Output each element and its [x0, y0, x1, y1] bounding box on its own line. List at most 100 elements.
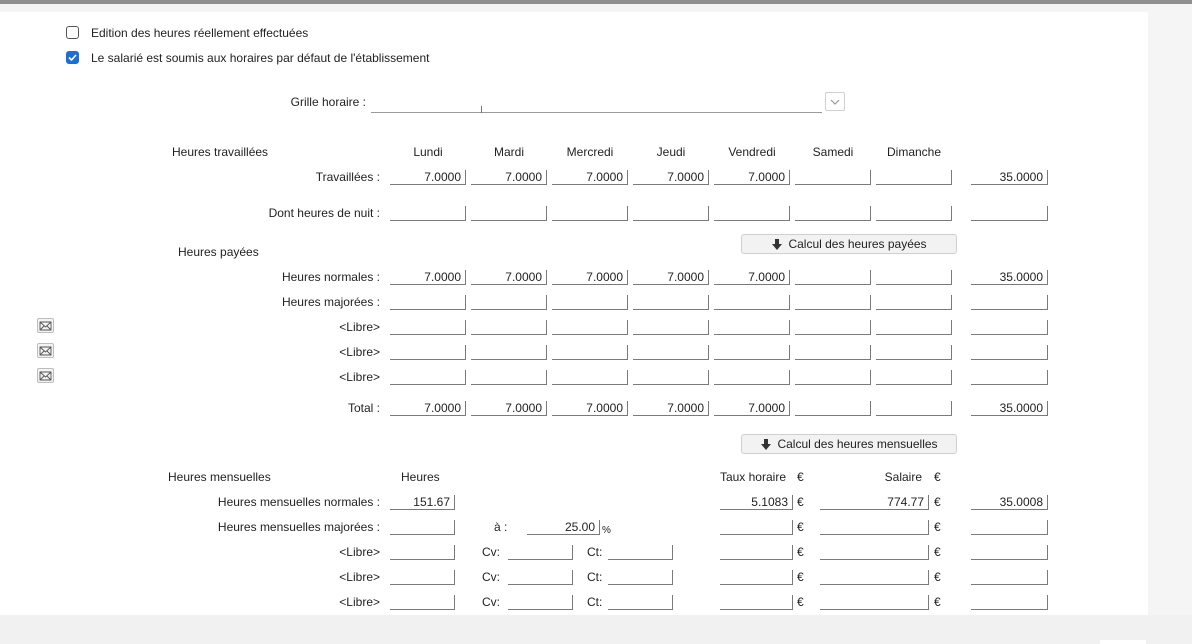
cv-field[interactable]: [508, 570, 573, 585]
total-hours-field[interactable]: [971, 345, 1048, 360]
calc-paid-hours-button[interactable]: Calcul des heures payées: [741, 234, 957, 254]
monthly-heures-field[interactable]: [390, 570, 455, 585]
envelope-icon[interactable]: [37, 343, 54, 358]
monthly-total-field[interactable]: [971, 570, 1048, 585]
percent-field[interactable]: 25.00: [527, 520, 600, 535]
day-hours-field[interactable]: 7.0000: [633, 270, 709, 285]
total-hours-field[interactable]: [971, 295, 1048, 310]
day-hours-field[interactable]: [795, 370, 871, 385]
monthly-total-field[interactable]: [971, 545, 1048, 560]
monthly-total-field[interactable]: [971, 520, 1048, 535]
day-hours-field[interactable]: [552, 295, 628, 310]
day-hours-field[interactable]: [552, 345, 628, 360]
day-hours-field[interactable]: [795, 320, 871, 335]
day-hours-field[interactable]: [795, 401, 871, 416]
day-hours-field[interactable]: [714, 206, 790, 221]
day-hours-field[interactable]: [876, 295, 952, 310]
total-hours-field[interactable]: [971, 320, 1048, 335]
day-hours-field[interactable]: [714, 370, 790, 385]
day-hours-field[interactable]: 7.0000: [552, 401, 628, 416]
salaire-field[interactable]: [820, 595, 929, 610]
day-hours-field[interactable]: 7.0000: [714, 270, 790, 285]
monthly-heures-field[interactable]: [390, 545, 455, 560]
day-hours-field[interactable]: [795, 295, 871, 310]
day-hours-field[interactable]: 7.0000: [471, 401, 547, 416]
monthly-heures-field[interactable]: 151.67: [390, 495, 455, 510]
day-hours-field[interactable]: [876, 401, 952, 416]
day-hours-field[interactable]: 7.0000: [390, 170, 466, 185]
day-hours-field[interactable]: [633, 295, 709, 310]
day-hours-field[interactable]: [633, 206, 709, 221]
day-hours-field[interactable]: [876, 370, 952, 385]
cv-field[interactable]: [508, 545, 573, 560]
day-hours-field[interactable]: 7.0000: [471, 270, 547, 285]
monthly-heures-field[interactable]: [390, 595, 455, 610]
envelope-icon[interactable]: [37, 368, 54, 383]
salaire-field[interactable]: [820, 545, 929, 560]
day-hours-field[interactable]: [390, 295, 466, 310]
day-hours-field[interactable]: [795, 206, 871, 221]
envelope-icon[interactable]: [37, 318, 54, 333]
ct-field[interactable]: [608, 570, 673, 585]
day-hours-field[interactable]: 7.0000: [714, 170, 790, 185]
salaire-field[interactable]: [820, 520, 929, 535]
day-hours-field[interactable]: 7.0000: [633, 170, 709, 185]
calc-monthly-hours-button[interactable]: Calcul des heures mensuelles: [741, 434, 957, 454]
monthly-total-field[interactable]: [971, 595, 1048, 610]
monthly-heures-field[interactable]: [390, 520, 455, 535]
day-hours-field[interactable]: 7.0000: [471, 170, 547, 185]
day-hours-field[interactable]: [876, 170, 952, 185]
day-hours-field[interactable]: [471, 345, 547, 360]
day-hours-field[interactable]: [795, 270, 871, 285]
total-hours-field[interactable]: 35.0000: [971, 401, 1048, 416]
taux-field[interactable]: 5.1083: [720, 495, 793, 510]
ct-field[interactable]: [608, 595, 673, 610]
salaire-field[interactable]: [820, 570, 929, 585]
day-hours-field[interactable]: [390, 370, 466, 385]
cv-field[interactable]: [508, 595, 573, 610]
day-hours-field[interactable]: [552, 320, 628, 335]
monthly-total-field[interactable]: 35.0008: [971, 495, 1048, 510]
ct-field[interactable]: [608, 545, 673, 560]
day-hours-field[interactable]: [795, 345, 871, 360]
day-hours-field[interactable]: [633, 320, 709, 335]
day-hours-field[interactable]: [876, 345, 952, 360]
taux-field[interactable]: [720, 570, 793, 585]
total-hours-field[interactable]: [971, 370, 1048, 385]
day-hours-field[interactable]: [714, 345, 790, 360]
day-hours-field[interactable]: [714, 295, 790, 310]
day-hours-field[interactable]: 7.0000: [552, 170, 628, 185]
total-hours-field[interactable]: [971, 206, 1048, 221]
taux-field[interactable]: [720, 545, 793, 560]
day-hours-field[interactable]: [876, 206, 952, 221]
total-hours-field[interactable]: 35.0000: [971, 170, 1048, 185]
day-hours-field[interactable]: 7.0000: [552, 270, 628, 285]
day-hours-field[interactable]: [552, 206, 628, 221]
day-hours-field[interactable]: [795, 170, 871, 185]
day-hours-field[interactable]: [552, 370, 628, 385]
taux-field[interactable]: [720, 595, 793, 610]
day-hours-field[interactable]: [714, 320, 790, 335]
day-hours-field[interactable]: [633, 370, 709, 385]
day-hours-field[interactable]: 7.0000: [714, 401, 790, 416]
day-hours-field[interactable]: 7.0000: [633, 401, 709, 416]
day-hours-field[interactable]: [471, 295, 547, 310]
grille-dropdown-button[interactable]: [825, 92, 845, 111]
total-hours-field[interactable]: 35.0000: [971, 270, 1048, 285]
default-hours-checkbox[interactable]: [66, 51, 79, 64]
day-hours-field[interactable]: [390, 206, 466, 221]
grille-select[interactable]: [371, 95, 822, 113]
salaire-field[interactable]: 774.77: [820, 495, 929, 510]
edition-checkbox[interactable]: [66, 26, 79, 39]
day-hours-field[interactable]: 7.0000: [390, 401, 466, 416]
day-hours-field[interactable]: [390, 320, 466, 335]
day-hours-field[interactable]: [471, 370, 547, 385]
taux-field[interactable]: [720, 520, 793, 535]
day-hours-field[interactable]: [876, 320, 952, 335]
day-hours-field[interactable]: [471, 206, 547, 221]
day-hours-field[interactable]: [471, 320, 547, 335]
day-hours-field[interactable]: 7.0000: [390, 270, 466, 285]
day-hours-field[interactable]: [876, 270, 952, 285]
day-hours-field[interactable]: [633, 345, 709, 360]
day-hours-field[interactable]: [390, 345, 466, 360]
